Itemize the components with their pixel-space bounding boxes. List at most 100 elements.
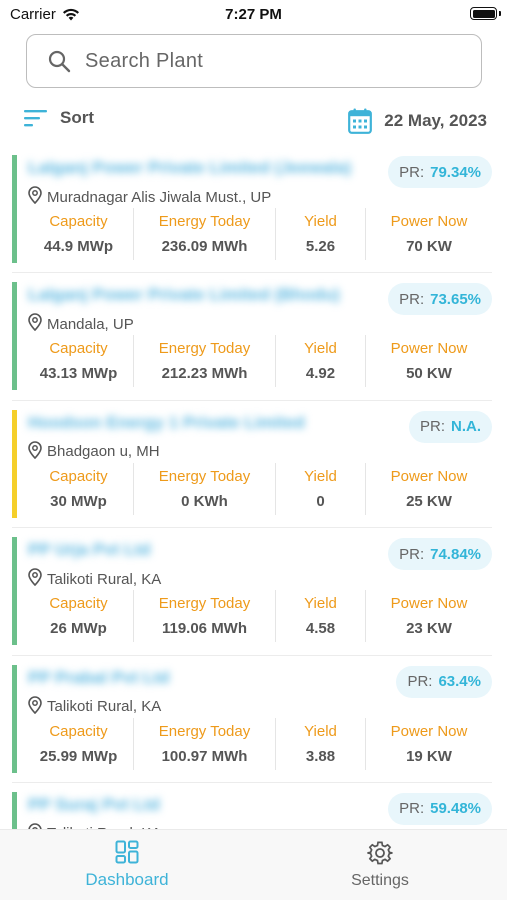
pr-badge: PR: N.A. <box>408 410 492 443</box>
metric-power: Power Now 50 KW <box>366 335 492 387</box>
plant-card[interactable]: PP Suraj Pvt LtdPR:59.48%Talikoti Rural,… <box>12 783 492 829</box>
plant-location: Talikoti Rural, KA <box>28 568 161 590</box>
metric-yield-label: Yield <box>304 340 337 358</box>
metric-capacity-label: Capacity <box>49 340 108 358</box>
plant-location: Talikoti Rural, KA <box>28 695 162 718</box>
pr-badge: PR: 73.65% <box>388 283 492 316</box>
metric-energy: Energy Today 0 KWh <box>134 462 276 515</box>
metric-energy: Energy Today 212.23 MWh <box>134 335 276 388</box>
plant-list[interactable]: Lalganj Power Private Limited (Jeewala) P… <box>0 146 507 829</box>
location-text: Bhadgaon u, MH <box>47 443 160 461</box>
metric-yield: Yield 4.92 <box>276 335 366 388</box>
status-indicator <box>12 791 17 829</box>
metric-power-value: 25 KW <box>406 492 452 510</box>
status-indicator <box>12 409 17 518</box>
pr-label: PR: <box>399 163 425 181</box>
metric-energy: Energy Today 100.97 MWh <box>134 717 276 770</box>
plant-metrics: Capacity 30 MWp Energy Today 0 KWh Yield 0 Pow… <box>24 462 492 515</box>
pr-badge: PR: 74.84% <box>388 538 492 571</box>
metric-capacity-label: Capacity <box>49 467 108 485</box>
pr-badge: PR: 59.48% <box>388 792 492 825</box>
date-label: 22 May, 2023 <box>384 111 487 130</box>
metric-energy-value: 119.06 MWh <box>161 620 248 638</box>
search-placeholder: Search Plant <box>85 49 204 72</box>
metric-power-label: Power Now <box>390 213 468 230</box>
plant-name: PP Urja Pvt Ltd <box>28 540 151 560</box>
metric-energy-label: Energy Today <box>158 722 251 740</box>
toolbar: Sort 22 May, 2023 <box>24 108 487 136</box>
metric-capacity-value: 30 MWp <box>50 492 107 510</box>
plant-name: PP Prabal Pvt Ltd <box>28 667 170 687</box>
pr-badge: PR: 79.34% <box>388 156 492 188</box>
tab-dashboard-label: Dashboard <box>85 870 169 889</box>
metric-power: Power Now 25 KW <box>366 463 492 515</box>
metric-energy-label: Energy Today <box>158 213 251 230</box>
location-pin-icon <box>28 568 42 590</box>
pr-badge: PR: 63.4% <box>396 665 492 698</box>
pr-value: 63.4% <box>438 673 481 691</box>
metric-power-label: Power Now <box>390 340 468 358</box>
metric-power: Power Now 23 KW <box>366 590 492 642</box>
tab-dashboard[interactable]: Dashboard <box>47 840 207 890</box>
location-text: Mandala, UP <box>47 315 134 333</box>
metric-capacity-value: 43.13 MWp <box>39 365 118 383</box>
metric-energy-value: 100.97 MWh <box>161 747 248 765</box>
battery-icon <box>470 7 497 20</box>
metric-capacity-label: Capacity <box>49 595 108 613</box>
location-text: Muradnagar Alis Jiwala Must., UP <box>47 188 272 206</box>
location-text: Talikoti Rural, KA <box>47 570 162 588</box>
search-icon <box>48 50 71 73</box>
metric-energy-value: 0 KWh <box>181 492 228 510</box>
pr-label: PR: <box>399 545 425 563</box>
pr-value: 59.48% <box>430 800 481 818</box>
metric-yield: Yield 5.26 <box>276 208 366 260</box>
plant-location: Mandala, UP <box>28 313 134 335</box>
pr-value: 74.84% <box>430 545 481 563</box>
metric-capacity-value: 25.99 MWp <box>39 747 118 765</box>
plant-location: Bhadgaon u, MH <box>28 440 160 463</box>
plant-name: Lalganj Power Private Limited (Bhodu) <box>28 285 340 305</box>
metric-capacity-label: Capacity <box>49 213 108 230</box>
pr-value: 79.34% <box>430 163 481 181</box>
metric-capacity-label: Capacity <box>49 722 108 740</box>
metric-capacity: Capacity 30 MWp <box>24 462 134 515</box>
metric-energy-value: 236.09 MWh <box>161 238 248 255</box>
location-pin-icon <box>28 695 42 718</box>
location-text: Talikoti Rural, KA <box>47 698 162 716</box>
pr-label: PR: <box>399 290 425 308</box>
sort-icon <box>24 110 47 127</box>
metric-energy-label: Energy Today <box>158 595 251 613</box>
tab-settings-label: Settings <box>351 872 409 889</box>
search-input[interactable]: Search Plant <box>26 34 482 88</box>
plant-card[interactable]: PP Prabal Pvt Ltd PR: 63.4% Talikoti Rural,… <box>12 656 492 783</box>
metric-power: Power Now 70 KW <box>366 208 492 260</box>
metric-yield-value: 4.92 <box>305 365 336 383</box>
metric-yield: Yield 0 <box>276 462 366 515</box>
status-indicator <box>12 282 17 391</box>
sort-button[interactable]: Sort <box>24 108 94 128</box>
clock: 7:27 PM <box>225 6 282 23</box>
plant-card[interactable]: Lalganj Power Private Limited (Jeewala) P… <box>12 146 492 274</box>
plant-metrics: Capacity 43.13 MWp Energy Today 212.23 MWh Y… <box>24 335 492 388</box>
plant-card[interactable]: Hoodson Energy 1 Private Limited PR: N.A. B… <box>12 401 492 529</box>
date-picker-button[interactable]: 22 May, 2023 <box>348 108 487 134</box>
location-pin-icon <box>28 440 42 463</box>
metric-power-value: 23 KW <box>406 620 452 638</box>
metric-capacity-value: 26 MWp <box>50 620 107 638</box>
metric-power-label: Power Now <box>390 722 468 740</box>
metric-energy: Energy Today 119.06 MWh <box>134 590 276 643</box>
plant-name: PP Suraj Pvt Ltd <box>28 794 160 814</box>
sort-label: Sort <box>60 108 94 127</box>
status-indicator <box>12 664 17 773</box>
metric-power-label: Power Now <box>390 467 468 485</box>
pr-value: 73.65% <box>430 290 481 308</box>
metric-yield: Yield 4.58 <box>276 590 366 643</box>
dashboard-icon <box>115 840 139 864</box>
metric-capacity: Capacity 25.99 MWp <box>24 717 134 770</box>
metric-yield-label: Yield <box>304 595 337 613</box>
tab-bar: Dashboard Settings <box>0 829 507 900</box>
tab-settings[interactable]: Settings <box>300 840 460 890</box>
plant-location: Muradnagar Alis Jiwala Must., UP <box>28 186 271 208</box>
plant-card[interactable]: PP Urja Pvt Ltd PR: 74.84% Talikoti Rural, … <box>12 528 492 656</box>
plant-card[interactable]: Lalganj Power Private Limited (Bhodu) PR:… <box>12 273 492 401</box>
